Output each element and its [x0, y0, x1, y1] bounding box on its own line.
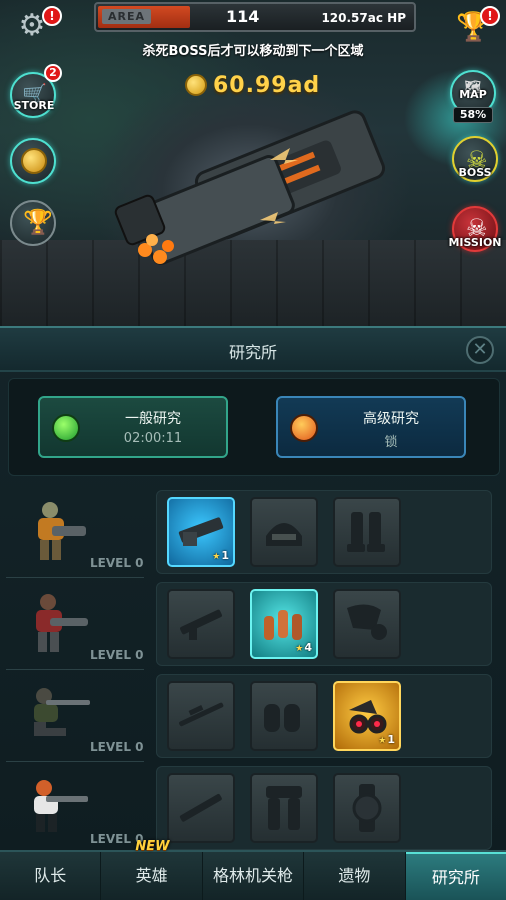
- research-item[interactable]: ★1: [333, 681, 401, 751]
- item-stars: ★1: [212, 549, 229, 562]
- hero-portrait[interactable]: LEVEL 0: [6, 674, 144, 762]
- research-item[interactable]: [250, 681, 318, 751]
- research-item[interactable]: [167, 589, 235, 659]
- settings-alert-icon: !: [42, 6, 62, 26]
- hero-portrait[interactable]: LEVEL 0: [6, 766, 144, 854]
- research-item[interactable]: [250, 773, 318, 843]
- research-items: [156, 766, 492, 850]
- normal-research-label: 一般研究: [125, 411, 181, 427]
- research-panel: 研究所 ✕ 一般研究 02:00:11 高级研究 锁 LEVEL 0 ★1 LE…: [0, 326, 506, 854]
- battle-scene[interactable]: ⚙ ! AREA 114 120.57ac HP 🏆 ! 杀死BOSS后才可以移…: [0, 0, 506, 326]
- research-items: ★4: [156, 582, 492, 666]
- helmet-icon: [266, 523, 302, 546]
- boss-hp-text: 120.57ac HP: [321, 11, 406, 25]
- trophy-cup-icon: 🏆: [23, 208, 53, 236]
- normal-research-button[interactable]: 一般研究 02:00:11: [38, 396, 228, 458]
- coin-stack-icon: [21, 148, 47, 174]
- nav-heroes[interactable]: NEW 英雄: [101, 840, 203, 900]
- leg-armor-icon: [266, 786, 302, 830]
- item-stars: ★1: [378, 733, 395, 746]
- achievements-alert-icon: !: [480, 6, 500, 26]
- gold-counter: 60.99ad: [185, 70, 320, 100]
- hero-row: LEVEL 0 ★4: [0, 582, 506, 670]
- trophy-button[interactable]: 🏆: [10, 200, 56, 246]
- boss-message: 杀死BOSS后才可以移动到下一个区域: [142, 44, 364, 59]
- store-label: STORE: [13, 99, 55, 112]
- area-number: 114: [226, 7, 260, 26]
- research-item[interactable]: ★1: [167, 497, 235, 567]
- map-label: MAP: [459, 88, 487, 101]
- rifleman-figure: [36, 594, 88, 652]
- nav-heroes-label: 英雄: [135, 866, 168, 885]
- assault-rifle-icon: [180, 609, 222, 640]
- orange-gem-icon: [290, 414, 318, 442]
- nav-captain[interactable]: 队长: [0, 852, 102, 900]
- research-item[interactable]: [333, 589, 401, 659]
- area-progress-bar: AREA 114 120.57ac HP: [94, 2, 416, 32]
- bottom-nav: 队长 NEW 英雄 格林机关枪 遗物 研究所: [0, 840, 506, 900]
- nav-relics[interactable]: 遗物: [304, 852, 406, 900]
- normal-research-timer: 02:00:11: [123, 431, 183, 446]
- research-item[interactable]: [333, 773, 401, 843]
- panel-header: 研究所 ✕: [0, 326, 506, 372]
- research-item[interactable]: [250, 497, 318, 567]
- boss-label: BOSS: [458, 166, 492, 179]
- mission-label: MISSION: [448, 236, 502, 249]
- advanced-research-status: 锁: [384, 435, 398, 450]
- hero-level: LEVEL 0: [90, 740, 144, 754]
- research-item[interactable]: [167, 773, 235, 843]
- advanced-research-label: 高级研究: [363, 411, 419, 427]
- hero-level: LEVEL 0: [90, 648, 144, 662]
- shotgun-icon: [179, 794, 222, 822]
- close-icon[interactable]: ✕: [466, 336, 494, 364]
- research-item[interactable]: [167, 681, 235, 751]
- hero-row: LEVEL 0 ★1: [0, 674, 506, 762]
- sniper-figure: [34, 688, 90, 736]
- research-item[interactable]: [333, 497, 401, 567]
- gold-coin-icon: [185, 74, 207, 96]
- nav-research-lab[interactable]: 研究所: [405, 852, 506, 900]
- map-progress: 58%: [453, 107, 493, 123]
- gold-amount: 60.99ad: [213, 72, 321, 98]
- gold-shop-button[interactable]: [10, 138, 56, 184]
- armor-gauntlet-icon: [347, 604, 387, 640]
- grenades-icon: [264, 704, 300, 732]
- hero-row: LEVEL 0: [0, 766, 506, 854]
- research-items: ★1: [156, 490, 492, 574]
- item-stars: ★4: [295, 641, 312, 654]
- research-items: ★1: [156, 674, 492, 758]
- hero-portrait[interactable]: LEVEL 0: [6, 490, 144, 578]
- area-label: AREA: [102, 9, 152, 24]
- heavy-gunner-figure: [38, 502, 86, 560]
- wrist-watch-icon: [352, 784, 382, 832]
- nav-gatling-gun[interactable]: 格林机关枪: [203, 852, 305, 900]
- gatling-cannon-illustration: [114, 110, 386, 265]
- advanced-research-button[interactable]: 高级研究 锁: [276, 396, 466, 458]
- hero-level: LEVEL 0: [90, 556, 144, 570]
- sniper-rifle-icon: [179, 702, 224, 727]
- research-item[interactable]: ★4: [250, 589, 318, 659]
- hero-row: LEVEL 0 ★1: [0, 490, 506, 578]
- panel-title: 研究所: [228, 343, 277, 362]
- boots-icon: [347, 512, 385, 552]
- store-badge: 2: [44, 64, 62, 82]
- female-gunner-figure: [34, 780, 88, 832]
- hero-portrait[interactable]: LEVEL 0: [6, 582, 144, 670]
- green-gem-icon: [52, 414, 80, 442]
- new-badge: NEW: [135, 839, 170, 854]
